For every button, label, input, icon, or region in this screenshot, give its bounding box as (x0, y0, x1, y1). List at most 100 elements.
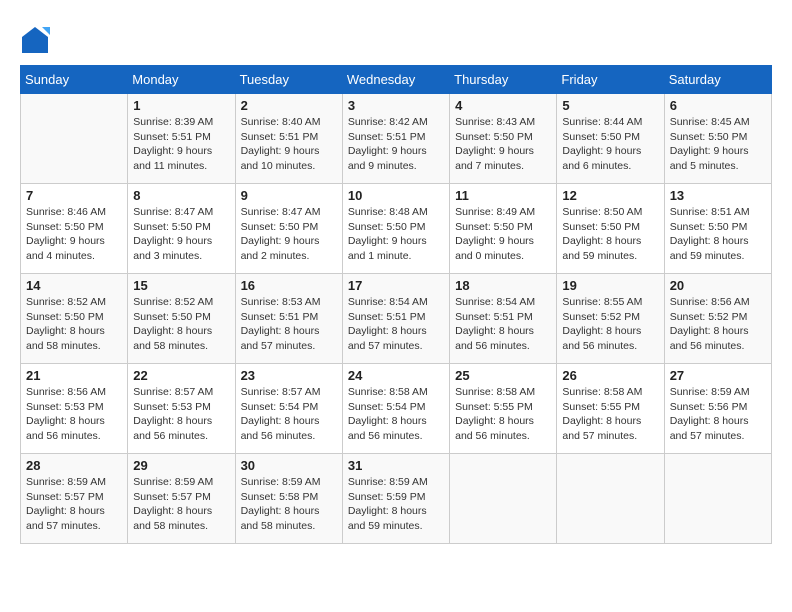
day-number: 5 (562, 98, 658, 113)
day-number: 11 (455, 188, 551, 203)
day-number: 18 (455, 278, 551, 293)
weekday-header: Saturday (664, 66, 771, 94)
page-header (20, 20, 772, 55)
day-info: Sunrise: 8:53 AM Sunset: 5:51 PM Dayligh… (241, 295, 337, 354)
day-info: Sunrise: 8:54 AM Sunset: 5:51 PM Dayligh… (455, 295, 551, 354)
logo (20, 25, 54, 55)
day-number: 14 (26, 278, 122, 293)
calendar-week-row: 7Sunrise: 8:46 AM Sunset: 5:50 PM Daylig… (21, 184, 772, 274)
calendar-week-row: 21Sunrise: 8:56 AM Sunset: 5:53 PM Dayli… (21, 364, 772, 454)
calendar-day-cell: 8 Sunrise: 8:47 AM Sunset: 5:50 PM Daylig… (128, 184, 235, 274)
calendar-day-cell: 29 Sunrise: 8:59 AM Sunset: 5:57 PM Dayli… (128, 454, 235, 544)
day-number: 29 (133, 458, 229, 473)
calendar-day-cell: 20Sunrise: 8:56 AM Sunset: 5:52 PM Dayli… (664, 274, 771, 364)
day-info: Sunrise: 8:57 AM Sunset: 5:53 PM Dayligh… (133, 385, 229, 444)
calendar-day-cell: 30 Sunrise: 8:59 AM Sunset: 5:58 PM Dayli… (235, 454, 342, 544)
calendar-day-cell (664, 454, 771, 544)
day-info: Sunrise: 8:47 AM Sunset: 5:50 PM Dayligh… (133, 205, 229, 264)
calendar-day-cell: 27Sunrise: 8:59 AM Sunset: 5:56 PM Dayli… (664, 364, 771, 454)
day-info: Sunrise: 8:59 AM Sunset: 5:57 PM Dayligh… (133, 475, 229, 534)
calendar-day-cell: 13 Sunrise: 8:51 AM Sunset: 5:50 PM Dayli… (664, 184, 771, 274)
day-info: Sunrise: 8:43 AM Sunset: 5:50 PM Dayligh… (455, 115, 551, 174)
day-number: 16 (241, 278, 337, 293)
day-number: 25 (455, 368, 551, 383)
day-info: Sunrise: 8:52 AM Sunset: 5:50 PM Dayligh… (133, 295, 229, 354)
day-number: 3 (348, 98, 444, 113)
day-number: 22 (133, 368, 229, 383)
weekday-header: Friday (557, 66, 664, 94)
day-info: Sunrise: 8:54 AM Sunset: 5:51 PM Dayligh… (348, 295, 444, 354)
calendar-day-cell: 21Sunrise: 8:56 AM Sunset: 5:53 PM Dayli… (21, 364, 128, 454)
weekday-header: Monday (128, 66, 235, 94)
day-info: Sunrise: 8:51 AM Sunset: 5:50 PM Dayligh… (670, 205, 766, 264)
calendar-day-cell: 3 Sunrise: 8:42 AM Sunset: 5:51 PM Daylig… (342, 94, 449, 184)
day-info: Sunrise: 8:58 AM Sunset: 5:54 PM Dayligh… (348, 385, 444, 444)
calendar-day-cell: 19 Sunrise: 8:55 AM Sunset: 5:52 PM Dayli… (557, 274, 664, 364)
day-number: 12 (562, 188, 658, 203)
calendar-day-cell: 4 Sunrise: 8:43 AM Sunset: 5:50 PM Daylig… (450, 94, 557, 184)
calendar-day-cell (21, 94, 128, 184)
day-number: 15 (133, 278, 229, 293)
calendar-day-cell: 15 Sunrise: 8:52 AM Sunset: 5:50 PM Dayli… (128, 274, 235, 364)
calendar-day-cell: 2Sunrise: 8:40 AM Sunset: 5:51 PM Daylig… (235, 94, 342, 184)
calendar-day-cell: 26 Sunrise: 8:58 AM Sunset: 5:55 PM Dayli… (557, 364, 664, 454)
calendar-day-cell: 31 Sunrise: 8:59 AM Sunset: 5:59 PM Dayli… (342, 454, 449, 544)
calendar-day-cell: 7Sunrise: 8:46 AM Sunset: 5:50 PM Daylig… (21, 184, 128, 274)
day-info: Sunrise: 8:55 AM Sunset: 5:52 PM Dayligh… (562, 295, 658, 354)
calendar-day-cell: 17 Sunrise: 8:54 AM Sunset: 5:51 PM Dayli… (342, 274, 449, 364)
calendar-day-cell: 16 Sunrise: 8:53 AM Sunset: 5:51 PM Dayli… (235, 274, 342, 364)
day-number: 19 (562, 278, 658, 293)
day-info: Sunrise: 8:59 AM Sunset: 5:59 PM Dayligh… (348, 475, 444, 534)
calendar-day-cell: 18 Sunrise: 8:54 AM Sunset: 5:51 PM Dayli… (450, 274, 557, 364)
day-info: Sunrise: 8:44 AM Sunset: 5:50 PM Dayligh… (562, 115, 658, 174)
day-number: 4 (455, 98, 551, 113)
day-info: Sunrise: 8:58 AM Sunset: 5:55 PM Dayligh… (562, 385, 658, 444)
weekday-header: Wednesday (342, 66, 449, 94)
calendar-day-cell: 14 Sunrise: 8:52 AM Sunset: 5:50 PM Dayli… (21, 274, 128, 364)
day-number: 13 (670, 188, 766, 203)
day-number: 27 (670, 368, 766, 383)
day-number: 7 (26, 188, 122, 203)
day-info: Sunrise: 8:59 AM Sunset: 5:57 PM Dayligh… (26, 475, 122, 534)
weekday-header: Sunday (21, 66, 128, 94)
calendar-day-cell: 6 Sunrise: 8:45 AM Sunset: 5:50 PM Daylig… (664, 94, 771, 184)
day-info: Sunrise: 8:56 AM Sunset: 5:52 PM Dayligh… (670, 295, 766, 354)
day-number: 28 (26, 458, 122, 473)
day-info: Sunrise: 8:45 AM Sunset: 5:50 PM Dayligh… (670, 115, 766, 174)
calendar-week-row: 28 Sunrise: 8:59 AM Sunset: 5:57 PM Dayli… (21, 454, 772, 544)
calendar-day-cell (450, 454, 557, 544)
day-info: Sunrise: 8:52 AM Sunset: 5:50 PM Dayligh… (26, 295, 122, 354)
calendar-day-cell: 9Sunrise: 8:47 AM Sunset: 5:50 PM Daylig… (235, 184, 342, 274)
calendar-day-cell: 28 Sunrise: 8:59 AM Sunset: 5:57 PM Dayli… (21, 454, 128, 544)
day-number: 17 (348, 278, 444, 293)
day-info: Sunrise: 8:59 AM Sunset: 5:58 PM Dayligh… (241, 475, 337, 534)
calendar-week-row: 1Sunrise: 8:39 AM Sunset: 5:51 PM Daylig… (21, 94, 772, 184)
calendar-day-cell (557, 454, 664, 544)
day-info: Sunrise: 8:57 AM Sunset: 5:54 PM Dayligh… (241, 385, 337, 444)
day-number: 10 (348, 188, 444, 203)
day-number: 1 (133, 98, 229, 113)
day-number: 9 (241, 188, 337, 203)
calendar-table: SundayMondayTuesdayWednesdayThursdayFrid… (20, 65, 772, 544)
calendar-day-cell: 5 Sunrise: 8:44 AM Sunset: 5:50 PM Daylig… (557, 94, 664, 184)
calendar-day-cell: 24Sunrise: 8:58 AM Sunset: 5:54 PM Dayli… (342, 364, 449, 454)
day-number: 30 (241, 458, 337, 473)
day-info: Sunrise: 8:49 AM Sunset: 5:50 PM Dayligh… (455, 205, 551, 264)
day-number: 6 (670, 98, 766, 113)
calendar-week-row: 14 Sunrise: 8:52 AM Sunset: 5:50 PM Dayli… (21, 274, 772, 364)
day-info: Sunrise: 8:42 AM Sunset: 5:51 PM Dayligh… (348, 115, 444, 174)
day-info: Sunrise: 8:50 AM Sunset: 5:50 PM Dayligh… (562, 205, 658, 264)
calendar-day-cell: 23Sunrise: 8:57 AM Sunset: 5:54 PM Dayli… (235, 364, 342, 454)
calendar-header: SundayMondayTuesdayWednesdayThursdayFrid… (21, 66, 772, 94)
day-number: 31 (348, 458, 444, 473)
logo-icon (20, 25, 50, 55)
day-number: 26 (562, 368, 658, 383)
calendar-day-cell: 10Sunrise: 8:48 AM Sunset: 5:50 PM Dayli… (342, 184, 449, 274)
weekday-header: Thursday (450, 66, 557, 94)
calendar-day-cell: 22 Sunrise: 8:57 AM Sunset: 5:53 PM Dayli… (128, 364, 235, 454)
day-number: 8 (133, 188, 229, 203)
day-number: 2 (241, 98, 337, 113)
weekday-header: Tuesday (235, 66, 342, 94)
day-info: Sunrise: 8:58 AM Sunset: 5:55 PM Dayligh… (455, 385, 551, 444)
calendar-day-cell: 25 Sunrise: 8:58 AM Sunset: 5:55 PM Dayli… (450, 364, 557, 454)
